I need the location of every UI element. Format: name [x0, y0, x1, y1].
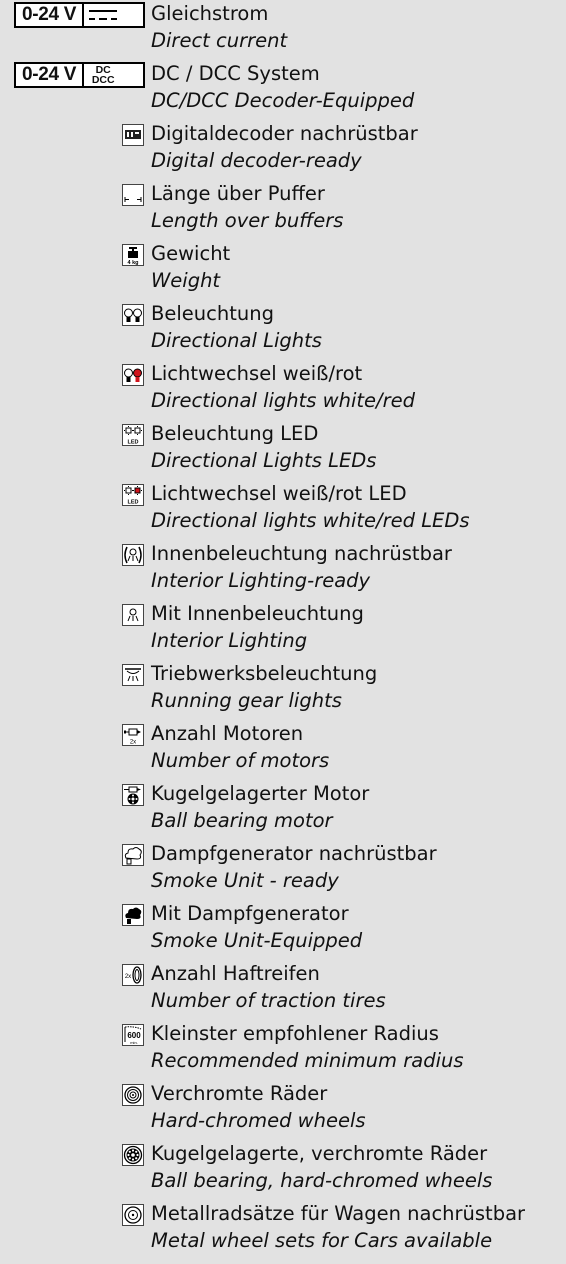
traction-tires-icon: 2x — [122, 964, 144, 986]
voltage-label: 0-24 V — [22, 4, 77, 25]
legend-item-smoke-ready: Dampfgenerator nachrüstbar Smoke Unit - r… — [0, 840, 566, 896]
symbol-legend: 0-24 V Gleichstrom Direct current 0-24 V … — [0, 0, 566, 1264]
legend-item-interior: Mit Innenbeleuchtung Interior Lighting — [0, 600, 566, 656]
item-label-en: Smoke Unit - ready — [151, 869, 339, 892]
legend-item-lights: Beleuchtung Directional Lights — [0, 300, 566, 356]
motor-count: 2x — [130, 740, 136, 746]
digital-decoder-ready-icon — [122, 124, 144, 146]
dcc-label: DCC — [91, 74, 115, 86]
item-label-en: Digital decoder-ready — [151, 149, 362, 172]
item-label-de: Länge über Puffer — [151, 182, 325, 205]
item-label-en: Recommended minimum radius — [151, 1049, 464, 1072]
item-label-en: Ball bearing, hard-chromed wheels — [151, 1169, 493, 1192]
legend-item-running-gear: Triebwerksbeleuchtung Running gear lights — [0, 660, 566, 716]
radius-min-label: min. — [130, 1040, 138, 1045]
ball-bearing-motor-icon — [122, 784, 144, 806]
item-label-de: Gleichstrom — [151, 2, 269, 25]
legend-item-motors: 2x Anzahl Motoren Number of motors — [0, 720, 566, 776]
led-lights-white-red-icon: LED — [122, 484, 144, 506]
item-label-en: Directional Lights — [151, 329, 322, 352]
number-of-motors-icon: 2x — [122, 724, 144, 746]
item-label-en: Running gear lights — [151, 689, 342, 712]
smoke-unit-ready-icon — [122, 844, 144, 866]
legend-item-lights-white-red: Lichtwechsel weiß/rot Directional lights … — [0, 360, 566, 416]
item-label-de: Mit Dampfgenerator — [151, 902, 349, 925]
led-lights-icon: LED — [122, 424, 144, 446]
legend-item-led: LED Beleuchtung LED Directional Lights LE… — [0, 420, 566, 476]
item-label-en: Directional Lights LEDs — [151, 449, 377, 472]
legend-item-led-white-red: LED Lichtwechsel weiß/rot LED Directional… — [0, 480, 566, 536]
item-label-de: Anzahl Motoren — [151, 722, 304, 745]
weight-value: 4 kg — [127, 260, 138, 266]
legend-item-ball-bearing-motor: Kugelgelagerter Motor Ball bearing motor — [0, 780, 566, 836]
item-label-de: DC / DCC System — [151, 62, 320, 85]
ball-bearing-chromed-wheels-icon — [122, 1144, 144, 1166]
item-label-de: Metallradsätze für Wagen nachrüstbar — [151, 1202, 526, 1225]
item-label-de: Lichtwechsel weiß/rot — [151, 362, 363, 385]
legend-item-min-radius: 600 min. Kleinster empfohlener Radius Reco… — [0, 1020, 566, 1076]
legend-item-length: Länge über Puffer Length over buffers — [0, 180, 566, 236]
item-label-en: Metal wheel sets for Cars available — [151, 1229, 493, 1252]
tire-count: 2x — [125, 974, 131, 980]
legend-item-weight: 4 kg Gewicht Weight — [0, 240, 566, 296]
weight-icon: 4 kg — [122, 244, 144, 266]
legend-item-metal-wheel-sets: Metallradsätze für Wagen nachrüstbar Meta… — [0, 1200, 566, 1256]
item-label-de: Kugelgelagerter Motor — [151, 782, 370, 805]
dc-current-icon: 0-24 V — [14, 2, 145, 28]
item-label-en: Smoke Unit-Equipped — [151, 929, 363, 952]
item-label-en: Weight — [151, 269, 221, 292]
item-label-de: Gewicht — [151, 242, 231, 265]
item-label-de: Verchromte Räder — [151, 1082, 328, 1105]
legend-item-chromed-wheels: Verchromte Räder Hard-chromed wheels — [0, 1080, 566, 1136]
item-label-en: Ball bearing motor — [151, 809, 333, 832]
item-label-de: Mit Innenbeleuchtung — [151, 602, 364, 625]
length-over-buffers-icon — [122, 184, 144, 206]
item-label-en: Directional lights white/red LEDs — [151, 509, 470, 532]
item-label-en: DC/DCC Decoder-Equipped — [151, 89, 415, 112]
legend-item-digital-decoder: Digitaldecoder nachrüstbar Digital decode… — [0, 120, 566, 176]
smoke-unit-equipped-icon — [122, 904, 144, 926]
item-label-en: Interior Lighting — [151, 629, 308, 652]
item-label-en: Number of traction tires — [151, 989, 386, 1012]
led-label: LED — [128, 440, 139, 446]
item-label-de: Innenbeleuchtung nachrüstbar — [151, 542, 452, 565]
lights-white-red-icon — [122, 364, 144, 386]
minimum-radius-icon: 600 min. — [122, 1024, 144, 1046]
voltage-label: 0-24 V — [22, 64, 77, 85]
radius-value: 600 — [127, 1031, 141, 1040]
item-label-de: Digitaldecoder nachrüstbar — [151, 122, 418, 145]
item-label-de: Kleinster empfohlener Radius — [151, 1022, 439, 1045]
legend-item-ball-bearing-wheels: Kugelgelagerte, verchromte Räder Ball bea… — [0, 1140, 566, 1196]
legend-item-smoke: Mit Dampfgenerator Smoke Unit-Equipped — [0, 900, 566, 956]
item-label-de: Kugelgelagerte, verchromte Räder — [151, 1142, 488, 1165]
interior-lighting-ready-icon — [122, 544, 144, 566]
item-label-de: Beleuchtung LED — [151, 422, 319, 445]
interior-lighting-icon — [122, 604, 144, 626]
item-label-en: Hard-chromed wheels — [151, 1109, 366, 1132]
item-label-de: Beleuchtung — [151, 302, 274, 325]
item-label-de: Dampfgenerator nachrüstbar — [151, 842, 437, 865]
chromed-wheels-icon — [122, 1084, 144, 1106]
item-label-de: Triebwerksbeleuchtung — [151, 662, 378, 685]
dc-dcc-system-icon: 0-24 V DC DCC — [14, 62, 145, 88]
dc-dcc-symbol: DC DCC — [82, 64, 122, 86]
running-gear-lights-icon — [122, 664, 144, 686]
directional-lights-icon — [122, 304, 144, 326]
item-label-de: Anzahl Haftreifen — [151, 962, 320, 985]
led-label: LED — [128, 500, 139, 506]
legend-item-dc-dcc: 0-24 V DC DCC DC / DCC System DC/DCC Decod… — [0, 60, 566, 116]
item-label-en: Interior Lighting-ready — [151, 569, 371, 592]
item-label-en: Length over buffers — [151, 209, 344, 232]
item-label-en: Direct current — [151, 29, 288, 52]
legend-item-interior-ready: Innenbeleuchtung nachrüstbar Interior Lig… — [0, 540, 566, 596]
item-label-en: Number of motors — [151, 749, 330, 772]
item-label-en: Directional lights white/red — [151, 389, 415, 412]
item-label-de: Lichtwechsel weiß/rot LED — [151, 482, 407, 505]
legend-item-traction-tires: 2x Anzahl Haftreifen Number of traction t… — [0, 960, 566, 1016]
metal-wheel-sets-icon — [122, 1204, 144, 1226]
dc-symbol — [82, 4, 122, 26]
legend-item-dc: 0-24 V Gleichstrom Direct current — [0, 0, 566, 56]
